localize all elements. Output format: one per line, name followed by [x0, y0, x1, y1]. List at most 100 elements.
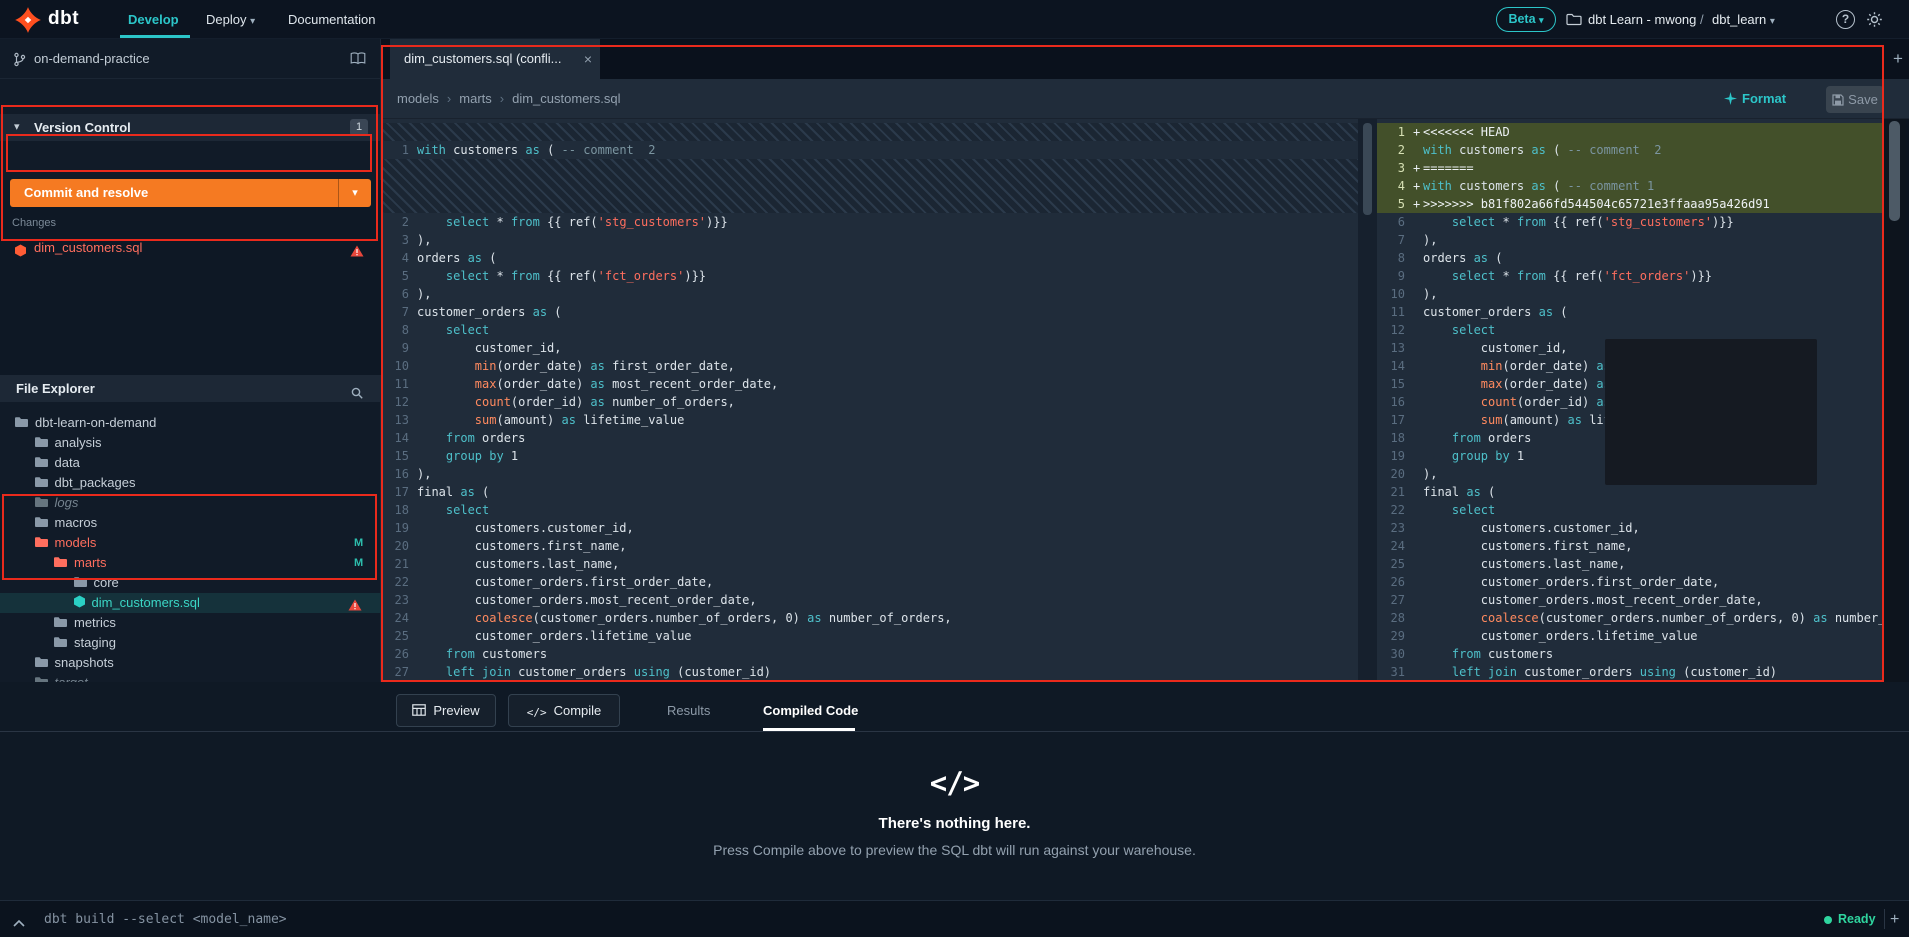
code-line[interactable]: 12 select: [1377, 321, 1884, 339]
changed-file-row[interactable]: dim_customers.sql: [0, 237, 381, 259]
code-line[interactable]: 11 customer_orders as (: [1377, 303, 1884, 321]
tree-item-dim-customers-sql[interactable]: dim_customers.sql: [0, 593, 381, 613]
editor-tab[interactable]: dim_customers.sql (confli... ×: [390, 39, 600, 79]
compile-button[interactable]: </> Compile: [508, 694, 620, 727]
tree-item-data[interactable]: data: [0, 453, 381, 473]
code-line[interactable]: 11 max(order_date) as most_recent_order_…: [381, 375, 1358, 393]
new-tab-icon[interactable]: +: [1886, 39, 1909, 79]
code-line[interactable]: 4 orders as (: [381, 249, 1358, 267]
format-button[interactable]: Format: [1724, 79, 1786, 119]
code-line[interactable]: 19 customers.customer_id,: [381, 519, 1358, 537]
tree-item-macros[interactable]: macros: [0, 513, 381, 533]
docs-book-icon[interactable]: [350, 52, 366, 70]
code-line[interactable]: 1 + <<<<<<< HEAD: [1377, 123, 1884, 141]
chevron-up-icon[interactable]: [12, 915, 26, 933]
help-icon[interactable]: ?: [1836, 10, 1855, 29]
code-line[interactable]: 5 select * from {{ ref('fct_orders')}}: [381, 267, 1358, 285]
code-line[interactable]: 22 customer_orders.first_order_date,: [381, 573, 1358, 591]
code-line[interactable]: 10 min(order_date) as first_order_date,: [381, 357, 1358, 375]
code-line[interactable]: 21 customers.last_name,: [381, 555, 1358, 573]
code-line[interactable]: 22 select: [1377, 501, 1884, 519]
beta-badge[interactable]: Beta ▾: [1496, 7, 1556, 32]
code-line[interactable]: 9 select * from {{ ref('fct_orders')}}: [1377, 267, 1884, 285]
nav-documentation[interactable]: Documentation: [288, 0, 375, 39]
code-line[interactable]: 2 with customers as ( -- comment 2: [1377, 141, 1884, 159]
code-line[interactable]: 26 from customers: [381, 645, 1358, 663]
code-line[interactable]: 21 final as (: [1377, 483, 1884, 501]
code-line[interactable]: 4 + with customers as ( -- comment 1: [1377, 177, 1884, 195]
code-line[interactable]: 13 sum(amount) as lifetime_value: [381, 411, 1358, 429]
preview-button[interactable]: Preview: [396, 694, 496, 727]
code-line[interactable]: 3 + =======: [1377, 159, 1884, 177]
code-line-content: orders as (: [1423, 251, 1503, 265]
code-line[interactable]: 6 select * from {{ ref('stg_customers')}…: [1377, 213, 1884, 231]
code-line[interactable]: 8 orders as (: [1377, 249, 1884, 267]
code-line[interactable]: 30 from customers: [1377, 645, 1884, 663]
project-selector[interactable]: dbt_learn ▾: [1712, 0, 1775, 39]
file-explorer-header[interactable]: File Explorer: [0, 375, 381, 402]
code-line[interactable]: 12 count(order_id) as number_of_orders,: [381, 393, 1358, 411]
command-input[interactable]: dbt build --select <model_name>: [44, 901, 287, 937]
code-line[interactable]: 25 customers.last_name,: [1377, 555, 1884, 573]
branch-selector[interactable]: on-demand-practice: [0, 39, 381, 79]
tree-item-logs[interactable]: logs: [0, 493, 381, 513]
code-line[interactable]: 23 customer_orders.most_recent_order_dat…: [381, 591, 1358, 609]
code-line[interactable]: 5 + >>>>>>> b81f802a66fd544504c65721e3ffaa…: [1377, 195, 1884, 213]
commit-and-resolve-button[interactable]: Commit and resolve ▾: [10, 179, 371, 207]
code-line[interactable]: 26 customer_orders.first_order_date,: [1377, 573, 1884, 591]
code-line[interactable]: 27 customer_orders.most_recent_order_dat…: [1377, 591, 1884, 609]
code-line[interactable]: 9 customer_id,: [381, 339, 1358, 357]
code-line[interactable]: 25 customer_orders.lifetime_value: [381, 627, 1358, 645]
code-line[interactable]: 7),: [1377, 231, 1884, 249]
tree-item-dbt-learn-on-demand[interactable]: dbt-learn-on-demand: [0, 413, 381, 433]
search-icon[interactable]: [350, 382, 364, 409]
save-button[interactable]: Save: [1826, 86, 1884, 113]
tree-item-analysis[interactable]: analysis: [0, 433, 381, 453]
code-line[interactable]: 24 customers.first_name,: [1377, 537, 1884, 555]
code-line[interactable]: 27 left join customer_orders using (cust…: [381, 663, 1358, 681]
code-line[interactable]: 10),: [1377, 285, 1884, 303]
code-line[interactable]: 3),: [381, 231, 1358, 249]
breadcrumb-item[interactable]: models: [397, 91, 439, 106]
tab-compiled-code[interactable]: Compiled Code: [763, 694, 858, 727]
scrollbar-thumb[interactable]: [1889, 121, 1900, 221]
tree-item-models[interactable]: models M: [0, 533, 381, 553]
tree-item-core[interactable]: core: [0, 573, 381, 593]
diff-added-marker: +: [1413, 161, 1421, 175]
nav-deploy[interactable]: Deploy ▾: [206, 0, 255, 39]
command-bar-plus-icon[interactable]: +: [1890, 901, 1899, 937]
code-line[interactable]: 14 from orders: [381, 429, 1358, 447]
code-line[interactable]: 29 customer_orders.lifetime_value: [1377, 627, 1884, 645]
chevron-down-icon: ▾: [352, 187, 358, 199]
tree-item-staging[interactable]: staging: [0, 633, 381, 653]
tree-item-metrics[interactable]: metrics: [0, 613, 381, 633]
code-line[interactable]: 18 select: [381, 501, 1358, 519]
version-control-header[interactable]: ▾ Version Control 1: [0, 114, 381, 141]
tree-item-snapshots[interactable]: snapshots: [0, 653, 381, 673]
code-line[interactable]: 31 left join customer_orders using (cust…: [1377, 663, 1884, 681]
code-line[interactable]: 8 select: [381, 321, 1358, 339]
code-line[interactable]: 17 final as (: [381, 483, 1358, 501]
code-line[interactable]: 24 coalesce(customer_orders.number_of_or…: [381, 609, 1358, 627]
left-pane-scrollbar[interactable]: [1363, 123, 1372, 215]
account-name[interactable]: dbt Learn - mwong: [1588, 0, 1696, 39]
breadcrumb-item[interactable]: dim_customers.sql: [512, 91, 620, 106]
code-line[interactable]: 20 customers.first_name,: [381, 537, 1358, 555]
code-line[interactable]: 6),: [381, 285, 1358, 303]
code-line[interactable]: 15 group by 1: [381, 447, 1358, 465]
nav-develop[interactable]: Develop: [128, 0, 179, 39]
tree-item-marts[interactable]: marts M: [0, 553, 381, 573]
code-line[interactable]: 7 customer_orders as (: [381, 303, 1358, 321]
editor-pane-left[interactable]: 1 with customers as ( -- comment 2 2 selec…: [381, 119, 1358, 682]
code-line[interactable]: 23 customers.customer_id,: [1377, 519, 1884, 537]
tab-results[interactable]: Results: [667, 694, 710, 727]
commit-options-chevron[interactable]: ▾: [338, 179, 371, 207]
tree-item-dbt-packages[interactable]: dbt_packages: [0, 473, 381, 493]
breadcrumb-item[interactable]: marts: [459, 91, 492, 106]
code-line[interactable]: 2 select * from {{ ref('stg_customers')}…: [381, 213, 1358, 231]
gear-icon[interactable]: [1866, 11, 1883, 33]
code-line[interactable]: 16),: [381, 465, 1358, 483]
close-icon[interactable]: ×: [584, 39, 592, 79]
code-line[interactable]: 1 with customers as ( -- comment 2: [381, 141, 1358, 159]
code-line[interactable]: 28 coalesce(customer_orders.number_of_or…: [1377, 609, 1884, 627]
